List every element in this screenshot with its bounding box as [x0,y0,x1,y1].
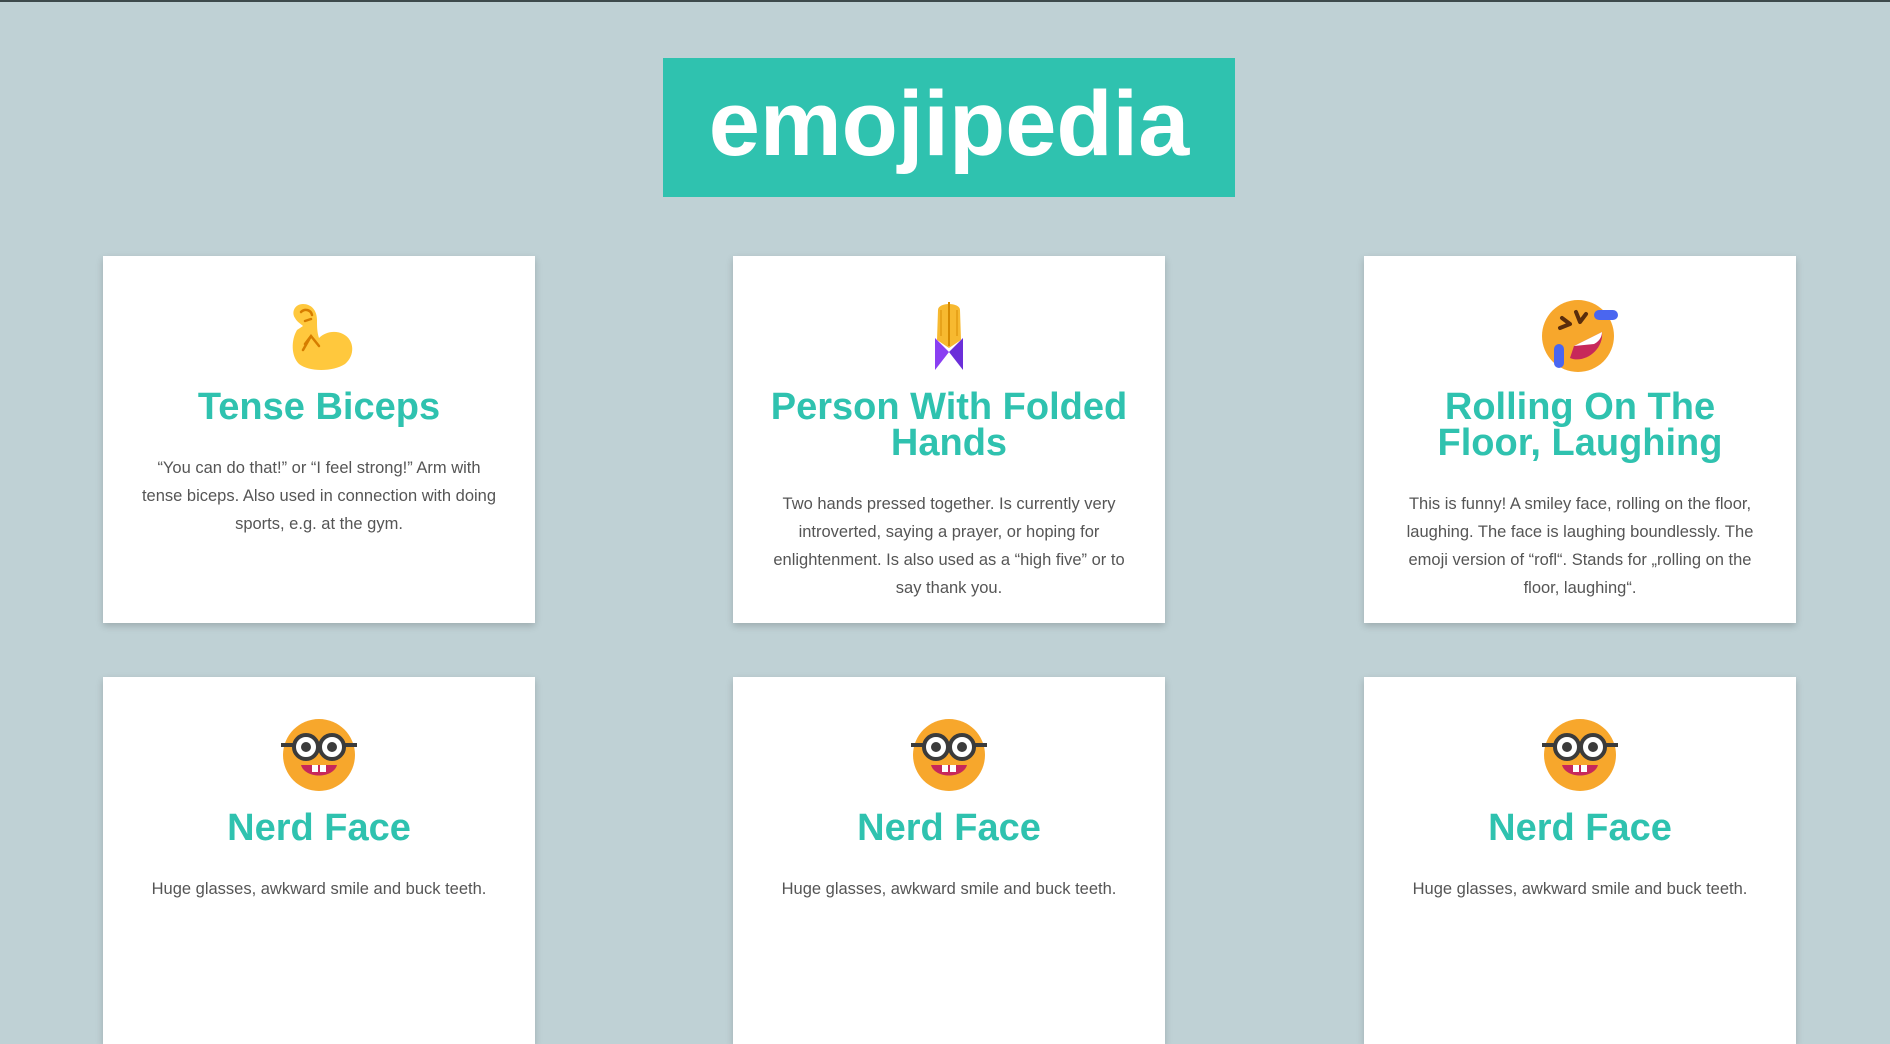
emoji-card: Nerd Face Huge glasses, awkward smile an… [733,677,1165,1044]
card-description: Huge glasses, awkward smile and buck tee… [781,880,1117,898]
nerd-face-icon [1364,717,1796,793]
page-title: emojipedia [708,72,1190,175]
card-title: Nerd Face [857,807,1041,849]
emoji-card: Tense Biceps “You can do that!” or “I fe… [103,256,535,623]
nerd-face-icon [103,717,535,793]
card-description: Huge glasses, awkward smile and buck tee… [1412,880,1748,898]
emoji-card: Person With Folded Hands Two hands press… [733,256,1165,623]
nerd-face-icon [733,717,1165,793]
emoji-card: Nerd Face Huge glasses, awkward smile an… [1364,677,1796,1044]
folded-hands-icon [733,296,1165,372]
header-banner: emojipedia [663,58,1235,197]
emoji-card: Nerd Face Huge glasses, awkward smile an… [103,677,535,1044]
card-description: This is funny! A smiley face, rolling on… [1406,495,1754,597]
card-description: Two hands pressed together. Is currently… [773,495,1125,597]
card-title: Rolling On The Floor, Laughing [1437,386,1723,464]
tense-biceps-icon [103,296,535,372]
card-title: Tense Biceps [197,386,441,428]
card-title: Nerd Face [227,807,411,849]
card-title: Person With Folded Hands [770,386,1128,464]
rolling-on-floor-laughing-icon [1364,296,1796,372]
card-title: Nerd Face [1488,807,1672,849]
card-description: Huge glasses, awkward smile and buck tee… [151,880,487,898]
card-description: “You can do that!” or “I feel strong!” A… [141,459,497,533]
emoji-card: Rolling On The Floor, Laughing This is f… [1364,256,1796,623]
